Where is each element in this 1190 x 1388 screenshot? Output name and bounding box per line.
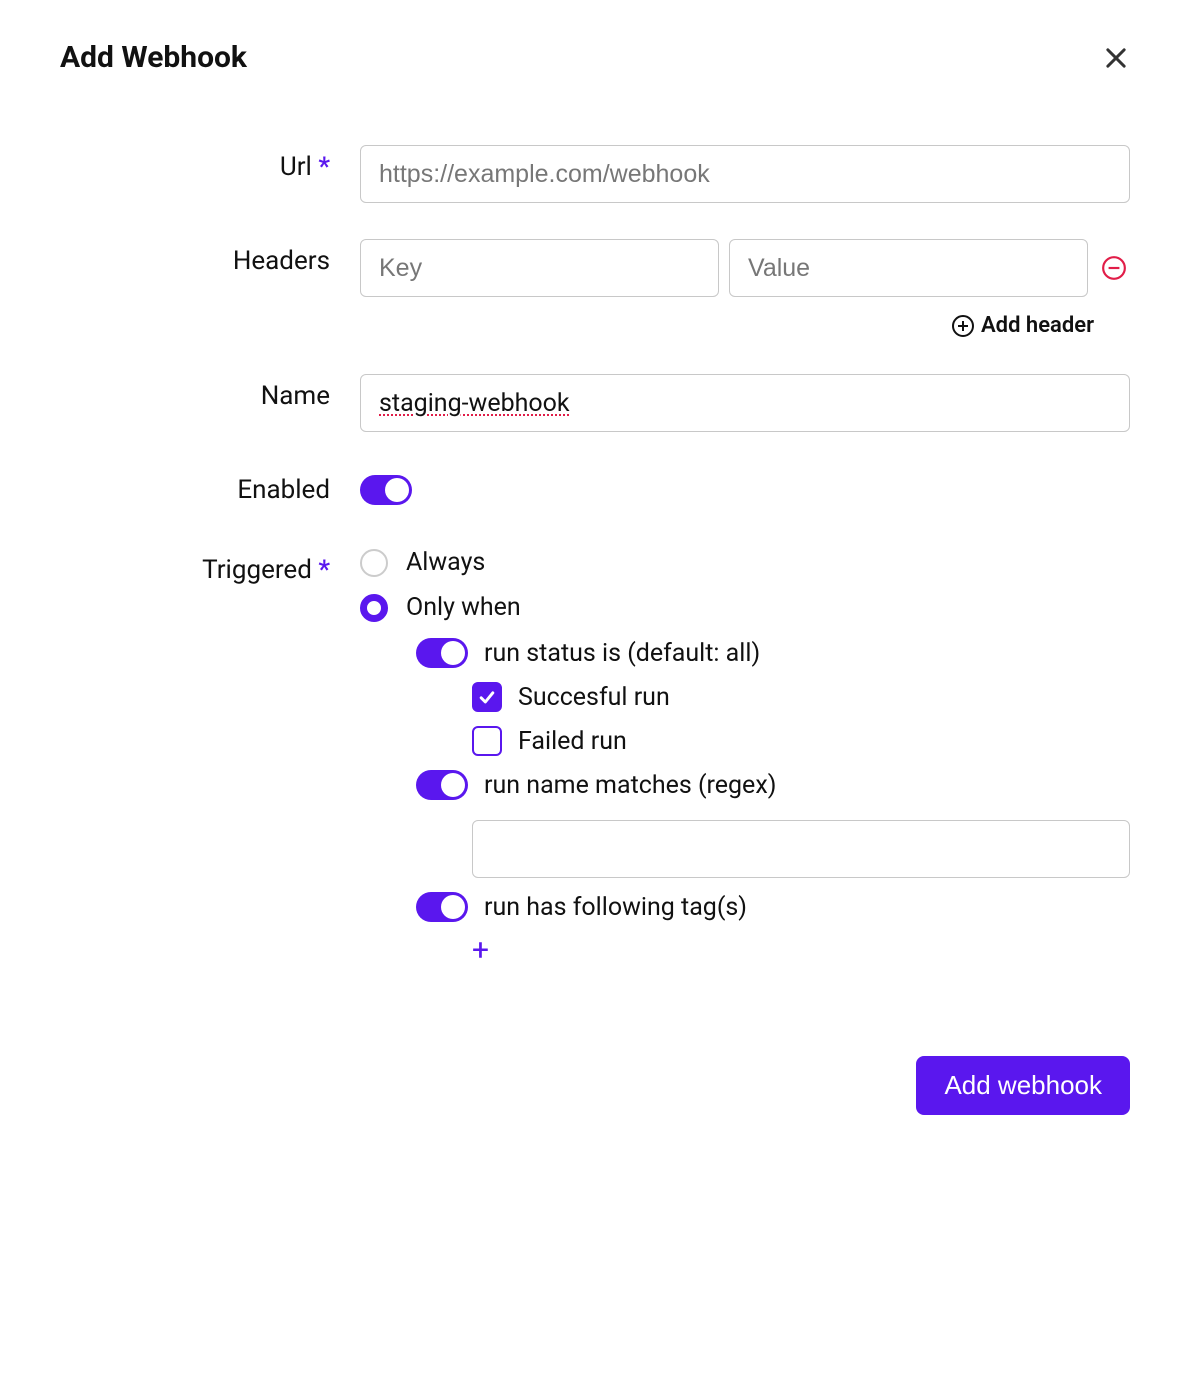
run-name-regex-input[interactable] (472, 820, 1130, 878)
required-asterisk: * (318, 152, 330, 182)
failed-run-checkbox[interactable] (472, 726, 502, 756)
header-value-input[interactable] (729, 239, 1088, 297)
close-icon (1102, 44, 1130, 72)
failed-run-label: Failed run (518, 727, 627, 756)
minus-circle-icon (1101, 255, 1127, 281)
enabled-toggle[interactable] (360, 475, 412, 505)
header-key-input[interactable] (360, 239, 719, 297)
url-label-text: Url (280, 152, 312, 182)
radio-only-when[interactable] (360, 594, 388, 622)
triggered-label: Triggered * (60, 548, 360, 592)
run-name-label: run name matches (regex) (484, 771, 776, 800)
radio-always-label: Always (406, 548, 485, 577)
run-tags-label: run has following tag(s) (484, 893, 747, 922)
successful-run-checkbox[interactable] (472, 682, 502, 712)
remove-header-button[interactable] (1098, 255, 1130, 281)
url-label: Url * (60, 145, 360, 189)
add-header-label: Add header (981, 313, 1094, 338)
radio-only-when-label: Only when (406, 593, 521, 622)
headers-label: Headers (60, 239, 360, 283)
run-name-toggle[interactable] (416, 770, 468, 800)
run-tags-toggle[interactable] (416, 892, 468, 922)
add-webhook-button[interactable]: Add webhook (916, 1056, 1130, 1115)
plus-circle-icon (951, 314, 975, 338)
dialog-title: Add Webhook (60, 40, 247, 75)
run-status-toggle[interactable] (416, 638, 468, 668)
required-asterisk: * (318, 555, 330, 585)
name-input[interactable]: staging-webhook (360, 374, 1130, 432)
add-header-button[interactable]: Add header (360, 313, 1130, 338)
name-value: staging-webhook (379, 389, 570, 418)
check-icon (477, 687, 497, 707)
url-input[interactable] (360, 145, 1130, 203)
name-label: Name (60, 374, 360, 418)
close-button[interactable] (1102, 44, 1130, 72)
successful-run-label: Succesful run (518, 683, 670, 712)
add-tag-button[interactable]: + (472, 936, 1130, 966)
radio-always[interactable] (360, 549, 388, 577)
triggered-label-text: Triggered (202, 555, 312, 585)
run-status-label: run status is (default: all) (484, 639, 760, 668)
enabled-label: Enabled (60, 468, 360, 512)
plus-icon: + (472, 933, 489, 968)
